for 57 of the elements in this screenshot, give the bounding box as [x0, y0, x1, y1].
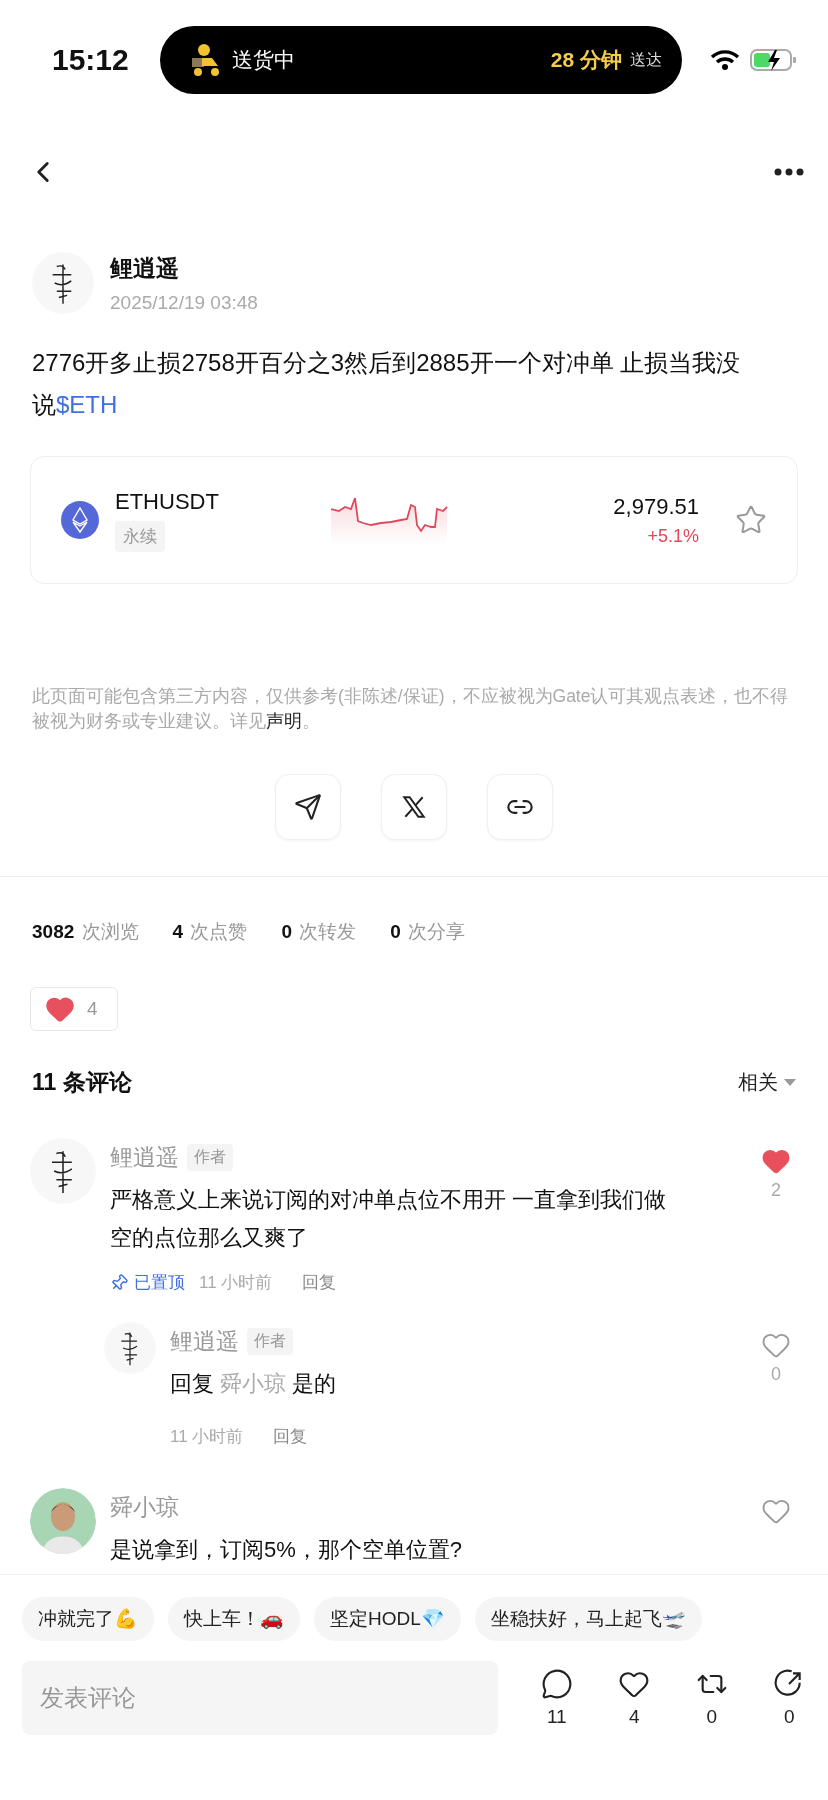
repost-action-button[interactable]: 0: [683, 1668, 740, 1728]
comment-action-button[interactable]: 11: [528, 1668, 585, 1728]
favorite-star-button[interactable]: [735, 504, 767, 536]
share-button[interactable]: [487, 774, 553, 840]
eta-text: 28 分钟: [550, 47, 622, 73]
comment-author: 鲤逍遥: [170, 1327, 239, 1356]
disclaimer-text: 此页面可能包含第三方内容，仅供参考(非陈述/保证)，不应被视为Gate认可其观点表述，也不得被视为财务或专业建议。详见声明。: [32, 685, 790, 733]
ethereum-icon: [61, 501, 99, 539]
stat-text: 3082 次浏览: [32, 920, 139, 944]
author-tag: 作者: [247, 1328, 293, 1355]
contract-type-tag: 永续: [115, 520, 165, 552]
paper-plane-icon: [294, 793, 322, 821]
author-name: 鲤逍遥: [110, 253, 180, 283]
wifi-icon: [710, 49, 740, 71]
ticker-card[interactable]: ETHUSDT 永续 2,979.51 +5.1%: [30, 456, 798, 584]
share-action-button[interactable]: 0: [761, 1668, 818, 1728]
sort-dropdown[interactable]: 相关: [738, 1069, 796, 1096]
share-button[interactable]: [381, 774, 447, 840]
statement-link[interactable]: 声明: [266, 711, 302, 731]
comment-text: 回复 舜小琼 是的: [170, 1370, 338, 1398]
like-count: 0: [771, 1364, 781, 1385]
comment-author: 鲤逍遥: [110, 1143, 179, 1172]
status-time: 15:12: [52, 43, 130, 77]
comment-time: 11 小时前: [199, 1272, 273, 1294]
comment-icon: [540, 1668, 573, 1700]
like-count: 2: [771, 1180, 781, 1201]
post-date: 2025/12/19 03:48: [110, 291, 258, 314]
stat-text: 0 次转发: [281, 920, 357, 944]
more-icon: [774, 168, 804, 176]
ticker-tag-link[interactable]: $ETH: [56, 391, 118, 418]
ticker-symbol: ETHUSDT: [115, 488, 220, 515]
quick-reply-chip[interactable]: 冲就完了💪: [22, 1597, 154, 1641]
x-logo-icon: [401, 794, 427, 820]
pinned-label: 已置顶: [110, 1271, 185, 1294]
reply-button[interactable]: 回复: [273, 1425, 308, 1448]
like-action-button[interactable]: 4: [606, 1668, 663, 1728]
eta-suffix: 送达: [630, 49, 662, 70]
comment-author: 舜小琼: [110, 1493, 179, 1522]
price-change: +5.1%: [647, 525, 699, 547]
share-button[interactable]: [275, 774, 341, 840]
comment-text: 是说拿到，订阅5%，那个空单位置?: [110, 1536, 464, 1564]
quick-reply-chip[interactable]: 坚定HODL💎: [314, 1597, 461, 1641]
more-button[interactable]: [774, 168, 804, 176]
battery-charging-icon: [750, 48, 798, 72]
stat-text: 4 次点赞: [172, 920, 248, 944]
comments-title: 11 条评论: [32, 1068, 132, 1097]
activity-label: 送货中: [232, 47, 296, 73]
ticker-price: 2,979.51: [613, 493, 699, 520]
quick-reply-chip[interactable]: 坐稳扶好，马上起飞🛫: [474, 1597, 702, 1641]
comment-text: 严格意义上来说订阅的对冲单点位不用开 一直拿到我们做空的点位那么又爽了: [110, 1186, 668, 1252]
stat-text: 0 次分享: [390, 920, 466, 944]
post-text: 2776开多止损2758开百分之3然后到2885开一个对冲单 止损当我没说$ETH: [32, 348, 742, 420]
reply-button[interactable]: 回复: [302, 1271, 337, 1294]
comment-time: 11 小时前: [170, 1426, 244, 1448]
comment-input[interactable]: 发表评论: [22, 1661, 498, 1735]
author-tag: 作者: [187, 1144, 233, 1171]
quick-reply-chip[interactable]: 快上车！🚗: [168, 1597, 300, 1641]
